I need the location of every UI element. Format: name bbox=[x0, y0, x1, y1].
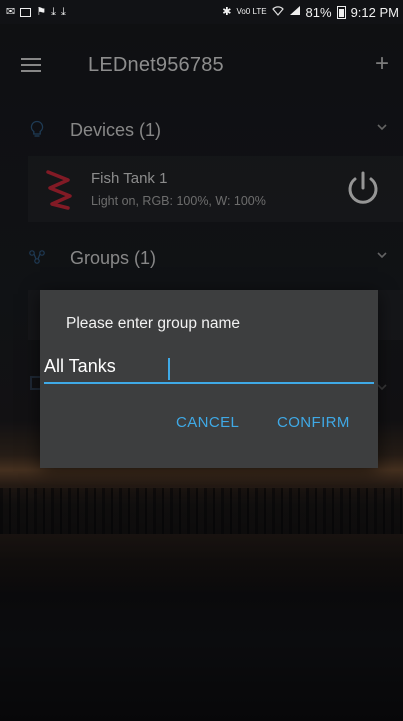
download-icon: ⤓ bbox=[60, 5, 66, 18]
signal-icon bbox=[289, 5, 301, 19]
group-name-input[interactable] bbox=[44, 354, 374, 384]
download-icon: ⤓ bbox=[51, 5, 56, 18]
image-icon bbox=[20, 7, 32, 17]
battery-icon bbox=[336, 5, 346, 19]
volte-icon: Vo0 LTE bbox=[236, 7, 267, 16]
dialog-title: Please enter group name bbox=[66, 315, 241, 332]
flag-icon: ⚑ bbox=[36, 5, 47, 18]
status-bar-left: ✉ ⚑ ⤓ ⤓ bbox=[6, 5, 66, 18]
battery-percent: 81% bbox=[305, 4, 332, 20]
status-bar-right: ✱ Vo0 LTE 81% 9:12 PM bbox=[222, 5, 399, 20]
bluetooth-icon: ✱ bbox=[222, 5, 232, 18]
status-bar: ✉ ⚑ ⤓ ⤓ ✱ Vo0 LTE 81% 9:12 PM bbox=[0, 0, 403, 24]
mail-icon: ✉ bbox=[6, 5, 16, 18]
clock: 9:12 PM bbox=[350, 4, 399, 20]
cancel-button[interactable]: CANCEL bbox=[176, 414, 239, 431]
group-name-dialog: Please enter group name CANCEL CONFIRM bbox=[40, 290, 378, 468]
wifi-icon bbox=[271, 5, 284, 19]
text-cursor bbox=[168, 358, 170, 380]
confirm-button[interactable]: CONFIRM bbox=[277, 414, 350, 431]
